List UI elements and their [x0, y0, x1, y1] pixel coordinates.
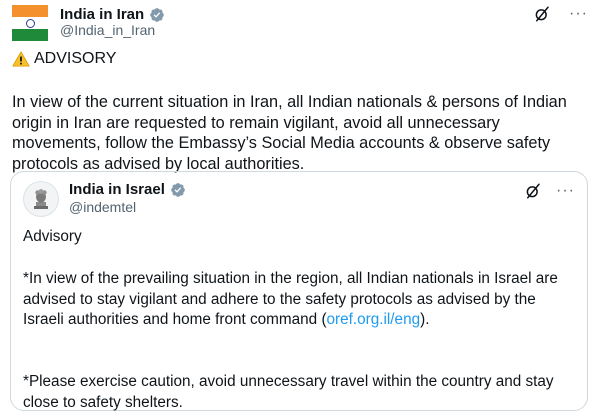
advisory-heading: ADVISORY	[34, 50, 117, 67]
advisory-heading-row: ADVISORY	[12, 50, 116, 68]
more-options-icon[interactable]: ···	[569, 5, 588, 23]
flag-saffron-band	[12, 5, 48, 17]
quoted-paragraph-1-end: ).	[420, 311, 430, 328]
tweet-card: India in Iran @India_in_Iran ··· ADVISOR…	[0, 0, 600, 411]
flag-green-band	[12, 29, 48, 41]
ashoka-chakra-icon	[25, 18, 35, 28]
quoted-paragraph-1: *In view of the prevailing situation in …	[23, 269, 575, 331]
quoted-tweet[interactable]: India in Israel @indemtel ··· Advisory *…	[10, 171, 588, 411]
more-options-icon[interactable]: ···	[556, 182, 575, 200]
author-avatar[interactable]	[12, 5, 48, 41]
oref-link[interactable]: oref.org.il/eng	[327, 311, 421, 328]
quoted-author-name[interactable]: India in Israel	[69, 181, 165, 198]
flag-white-band	[12, 17, 48, 29]
quoted-author-name-row: India in Israel	[69, 181, 186, 198]
quoted-title: Advisory	[23, 228, 82, 245]
quoted-author-handle[interactable]: @indemtel	[69, 199, 136, 215]
author-name-row: India in Iran	[60, 6, 165, 23]
quoted-author-avatar[interactable]	[23, 181, 59, 217]
tweet-actions: ···	[533, 5, 588, 23]
grok-icon[interactable]	[524, 182, 542, 200]
warning-icon	[12, 51, 30, 67]
quoted-tweet-actions: ···	[524, 182, 575, 200]
national-emblem-icon	[34, 189, 48, 209]
quoted-paragraph-2: *Please exercise caution, avoid unnecess…	[23, 373, 554, 411]
verified-badge-icon	[150, 7, 165, 22]
verified-badge-icon	[171, 182, 185, 197]
author-handle[interactable]: @India_in_Iran	[60, 22, 155, 38]
quoted-paragraph-1-text: *In view of the prevailing situation in …	[23, 270, 558, 328]
grok-icon[interactable]	[533, 5, 551, 23]
tweet-body: In view of the current situation in Iran…	[12, 93, 567, 173]
author-name[interactable]: India in Iran	[60, 6, 144, 23]
